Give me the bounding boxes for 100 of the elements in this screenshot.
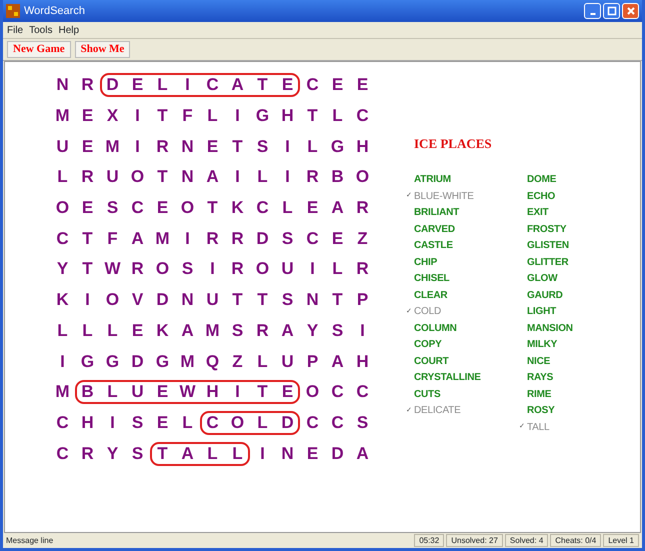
grid-letter[interactable]: A xyxy=(225,75,250,96)
grid-letter[interactable]: Y xyxy=(100,444,125,464)
grid-letter[interactable]: M xyxy=(50,382,75,402)
grid-letter[interactable]: S xyxy=(325,320,350,341)
grid-letter[interactable]: N xyxy=(50,75,75,96)
grid-letter[interactable]: I xyxy=(200,259,225,280)
grid-letter[interactable]: E xyxy=(150,382,175,402)
grid-letter[interactable]: Q xyxy=(200,352,225,372)
grid-letter[interactable]: T xyxy=(150,106,175,126)
menu-item[interactable]: File xyxy=(7,22,24,38)
grid-letter[interactable]: K xyxy=(150,320,175,341)
grid-letter[interactable]: S xyxy=(125,444,150,464)
grid-letter[interactable]: E xyxy=(150,198,175,218)
grid-letter[interactable]: L xyxy=(75,320,100,341)
grid-letter[interactable]: I xyxy=(175,75,200,96)
grid-letter[interactable]: C xyxy=(300,412,325,433)
grid-letter[interactable]: L xyxy=(250,167,275,188)
grid-letter[interactable]: S xyxy=(250,136,275,157)
grid-letter[interactable]: D xyxy=(150,290,175,310)
grid-letter[interactable]: M xyxy=(175,352,200,372)
grid-letter[interactable]: L xyxy=(250,412,275,433)
grid-letter[interactable]: L xyxy=(200,444,225,464)
grid-letter[interactable]: D xyxy=(250,228,275,249)
close-button[interactable] xyxy=(622,3,639,19)
grid-letter[interactable]: R xyxy=(225,259,250,280)
grid-letter[interactable]: S xyxy=(100,198,125,218)
grid-letter[interactable]: S xyxy=(175,259,200,280)
grid-letter[interactable]: S xyxy=(350,412,375,433)
grid-letter[interactable]: I xyxy=(225,382,250,402)
grid-letter[interactable]: I xyxy=(125,106,150,126)
grid-letter[interactable]: I xyxy=(225,106,250,126)
grid-letter[interactable]: O xyxy=(300,382,325,402)
grid-letter[interactable]: H xyxy=(200,382,225,402)
grid-letter[interactable]: M xyxy=(200,320,225,341)
grid-letter[interactable]: T xyxy=(325,290,350,310)
grid-letter[interactable]: D xyxy=(275,412,300,433)
grid-letter[interactable]: S xyxy=(275,290,300,310)
grid-letter[interactable]: G xyxy=(150,352,175,372)
grid-letter[interactable]: S xyxy=(275,228,300,249)
grid-letter[interactable]: L xyxy=(150,75,175,96)
grid-letter[interactable]: R xyxy=(75,167,100,188)
grid-letter[interactable]: T xyxy=(200,198,225,218)
grid-letter[interactable]: I xyxy=(300,259,325,280)
grid-letter[interactable]: C xyxy=(50,228,75,249)
minimize-button[interactable] xyxy=(584,3,601,19)
grid-letter[interactable]: I xyxy=(175,228,200,249)
grid-letter[interactable]: I xyxy=(225,167,250,188)
grid-letter[interactable]: W xyxy=(100,259,125,280)
grid-letter[interactable]: H xyxy=(350,136,375,157)
grid-letter[interactable]: S xyxy=(125,412,150,433)
grid-letter[interactable]: S xyxy=(225,320,250,341)
grid-letter[interactable]: T xyxy=(150,167,175,188)
grid-letter[interactable]: E xyxy=(125,75,150,96)
grid-letter[interactable]: U xyxy=(275,352,300,372)
grid-letter[interactable]: E xyxy=(200,136,225,157)
grid-letter[interactable]: A xyxy=(200,167,225,188)
grid-letter[interactable]: R xyxy=(350,198,375,218)
grid-letter[interactable]: T xyxy=(225,290,250,310)
grid-letter[interactable]: H xyxy=(75,412,100,433)
grid-letter[interactable]: I xyxy=(350,320,375,341)
grid-letter[interactable]: A xyxy=(175,444,200,464)
grid-letter[interactable]: R xyxy=(150,136,175,157)
grid-letter[interactable]: E xyxy=(300,444,325,464)
grid-letter[interactable]: T xyxy=(75,228,100,249)
grid-letter[interactable]: T xyxy=(150,444,175,464)
grid-letter[interactable]: B xyxy=(325,167,350,188)
grid-letter[interactable]: E xyxy=(300,198,325,218)
grid-letter[interactable]: L xyxy=(275,198,300,218)
grid-letter[interactable]: V xyxy=(125,290,150,310)
grid-letter[interactable]: E xyxy=(275,75,300,96)
grid-letter[interactable]: H xyxy=(275,106,300,126)
grid-letter[interactable]: E xyxy=(350,75,375,96)
grid-letter[interactable]: L xyxy=(100,320,125,341)
grid-letter[interactable]: P xyxy=(300,352,325,372)
grid-letter[interactable]: C xyxy=(350,106,375,126)
grid-letter[interactable]: E xyxy=(75,198,100,218)
grid-letter[interactable]: E xyxy=(75,106,100,126)
grid-letter[interactable]: L xyxy=(50,167,75,188)
grid-letter[interactable]: T xyxy=(250,382,275,402)
grid-letter[interactable]: Z xyxy=(225,352,250,372)
grid-letter[interactable]: O xyxy=(225,412,250,433)
grid-letter[interactable]: M xyxy=(150,228,175,249)
grid-letter[interactable]: A xyxy=(325,198,350,218)
grid-letter[interactable]: P xyxy=(350,290,375,310)
grid-letter[interactable]: E xyxy=(275,382,300,402)
grid-letter[interactable]: T xyxy=(75,259,100,280)
grid-letter[interactable]: Z xyxy=(350,228,375,249)
grid-letter[interactable]: L xyxy=(300,136,325,157)
grid-letter[interactable]: R xyxy=(200,228,225,249)
grid-letter[interactable]: K xyxy=(225,198,250,218)
grid-letter[interactable]: I xyxy=(100,412,125,433)
grid-letter[interactable]: R xyxy=(250,320,275,341)
grid-letter[interactable]: Y xyxy=(50,259,75,280)
grid-letter[interactable]: C xyxy=(300,75,325,96)
grid-letter[interactable]: X xyxy=(100,106,125,126)
grid-letter[interactable]: G xyxy=(100,352,125,372)
grid-letter[interactable]: C xyxy=(50,444,75,464)
grid-letter[interactable]: L xyxy=(200,106,225,126)
grid-letter[interactable]: K xyxy=(50,290,75,310)
grid-letter[interactable]: L xyxy=(250,352,275,372)
